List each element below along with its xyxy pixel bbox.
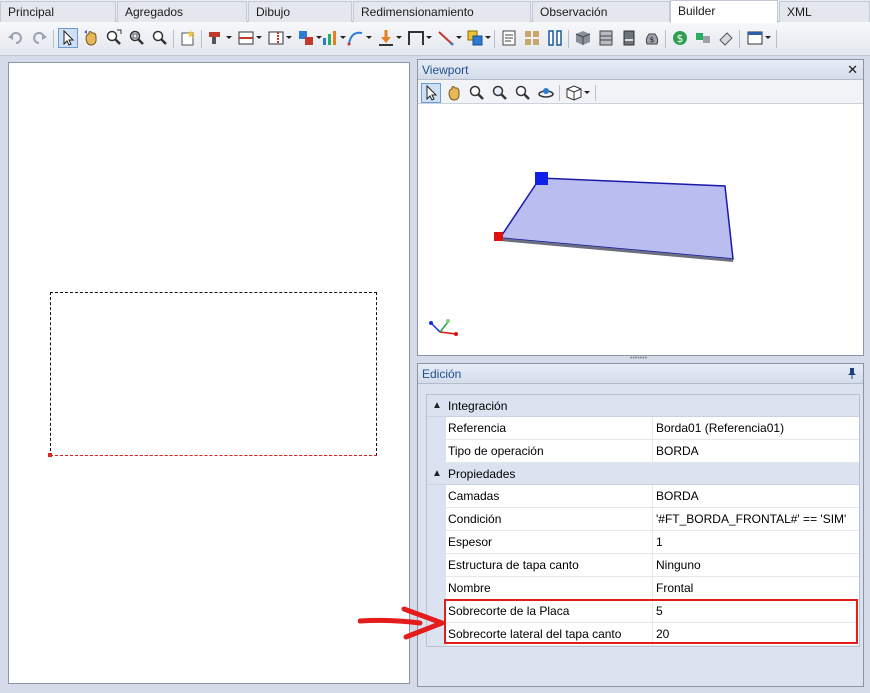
layers-icon[interactable] bbox=[465, 28, 491, 48]
category-label: Propiedades bbox=[448, 467, 516, 481]
cost-bag-icon[interactable]: $ bbox=[642, 28, 662, 48]
highlight-box bbox=[444, 599, 858, 644]
window-view-icon[interactable] bbox=[745, 28, 771, 48]
ribbon-tabs: Principal Agregados Dibujo Redimensionam… bbox=[0, 0, 870, 23]
viewport-toolbar bbox=[418, 80, 863, 104]
puzzle-icon[interactable] bbox=[693, 28, 713, 48]
category-propiedades[interactable]: ▲ Propiedades bbox=[427, 463, 859, 485]
drawers-icon[interactable] bbox=[596, 28, 616, 48]
box-3d-icon[interactable] bbox=[573, 28, 593, 48]
property-value[interactable]: BORDA bbox=[656, 485, 856, 508]
property-name: Tipo de operación bbox=[448, 440, 653, 463]
new-element-icon[interactable] bbox=[178, 28, 198, 48]
pin-icon[interactable] bbox=[847, 367, 857, 379]
zoom-icon[interactable] bbox=[150, 28, 170, 48]
edicion-title-bar: Edición bbox=[418, 364, 863, 384]
redo-icon[interactable] bbox=[29, 28, 49, 48]
property-name: Condición bbox=[448, 508, 653, 531]
price-icon[interactable]: $ bbox=[670, 28, 690, 48]
collapse-icon[interactable]: ▲ bbox=[432, 463, 446, 485]
tab-dibujo[interactable]: Dibujo bbox=[248, 1, 352, 22]
zoom-extents-icon[interactable] bbox=[104, 28, 124, 48]
undo-icon[interactable] bbox=[6, 28, 26, 48]
property-row[interactable]: Condición '#FT_BORDA_FRONTAL#' == 'SIM' bbox=[427, 508, 859, 531]
line-tool-icon[interactable] bbox=[436, 28, 462, 48]
property-value[interactable]: BORDA bbox=[656, 440, 856, 463]
collapse-icon[interactable]: ▲ bbox=[432, 395, 446, 417]
curve-tool-icon[interactable] bbox=[346, 28, 372, 48]
property-name: Referencia bbox=[448, 417, 653, 440]
zoom-window-icon[interactable] bbox=[490, 83, 510, 103]
tab-principal[interactable]: Principal bbox=[0, 1, 116, 22]
selected-edge-front[interactable] bbox=[50, 455, 377, 456]
view-cube-icon[interactable] bbox=[564, 83, 590, 103]
horizontal-division-icon[interactable] bbox=[236, 28, 262, 48]
frame-tool-icon[interactable] bbox=[406, 28, 432, 48]
cabinet-icon[interactable] bbox=[619, 28, 639, 48]
property-row[interactable]: Referencia Borda01 (Referencia01) bbox=[427, 417, 859, 440]
property-name: Nombre bbox=[448, 577, 653, 600]
svg-text:$: $ bbox=[650, 36, 654, 44]
zoom-window-icon[interactable] bbox=[127, 28, 147, 48]
edicion-title: Edición bbox=[422, 367, 462, 381]
property-value[interactable]: '#FT_BORDA_FRONTAL#' == 'SIM' bbox=[656, 508, 856, 531]
category-integracion[interactable]: ▲ Integración bbox=[427, 395, 859, 417]
insert-module-icon[interactable] bbox=[296, 28, 322, 48]
viewport-title: Viewport bbox=[422, 63, 469, 77]
viewport-3d-canvas[interactable] bbox=[418, 105, 863, 355]
viewport-panel: Viewport ✕ bbox=[417, 59, 864, 356]
property-value[interactable]: Borda01 (Referencia01) bbox=[656, 417, 856, 440]
red-arrow-icon bbox=[358, 606, 444, 640]
property-row[interactable]: Nombre Frontal bbox=[427, 577, 859, 600]
property-name: Camadas bbox=[448, 485, 653, 508]
insert-down-icon[interactable] bbox=[376, 28, 402, 48]
vertical-panels-icon[interactable] bbox=[545, 28, 565, 48]
edge-start-marker bbox=[48, 453, 52, 457]
property-value[interactable]: 1 bbox=[656, 531, 856, 554]
property-name: Espesor bbox=[448, 531, 653, 554]
panel-splitter[interactable]: ••••••• bbox=[630, 355, 650, 362]
tab-agregados[interactable]: Agregados bbox=[117, 1, 247, 22]
chart-tool-icon[interactable] bbox=[320, 28, 346, 48]
select-pointer-icon[interactable] bbox=[58, 28, 78, 48]
drill-icon[interactable] bbox=[206, 28, 232, 48]
vertical-division-icon[interactable] bbox=[266, 28, 292, 48]
grid-pattern-icon[interactable] bbox=[522, 28, 542, 48]
tab-observacion[interactable]: Observación bbox=[532, 1, 670, 22]
blue-handle[interactable] bbox=[535, 172, 548, 185]
orbit-icon[interactable] bbox=[536, 83, 556, 103]
zoom-extents-icon[interactable] bbox=[467, 83, 487, 103]
category-label: Integración bbox=[448, 399, 508, 413]
pan-hand-icon[interactable] bbox=[81, 28, 101, 48]
property-value[interactable]: Ninguno bbox=[656, 554, 856, 577]
axis-triad-icon bbox=[429, 319, 458, 336]
property-value[interactable]: Frontal bbox=[656, 577, 856, 600]
tab-builder[interactable]: Builder bbox=[670, 0, 778, 23]
select-pointer-icon[interactable] bbox=[421, 83, 441, 103]
tab-redimensionamiento[interactable]: Redimensionamiento bbox=[353, 1, 531, 22]
svg-text:$: $ bbox=[677, 32, 684, 45]
property-row[interactable]: Espesor 1 bbox=[427, 531, 859, 554]
property-row[interactable]: Estructura de tapa canto Ninguno bbox=[427, 554, 859, 577]
main-toolbar: $ $ bbox=[0, 22, 870, 56]
pan-hand-icon[interactable] bbox=[444, 83, 464, 103]
properties-sheet-icon[interactable] bbox=[499, 28, 519, 48]
red-handle[interactable] bbox=[494, 232, 503, 241]
tab-xml[interactable]: XML bbox=[779, 1, 870, 22]
design-canvas[interactable] bbox=[8, 62, 410, 684]
selected-piece-outline[interactable] bbox=[50, 292, 377, 456]
property-name: Estructura de tapa canto bbox=[448, 554, 653, 577]
property-row[interactable]: Camadas BORDA bbox=[427, 485, 859, 508]
property-row[interactable]: Tipo de operación BORDA bbox=[427, 440, 859, 463]
viewport-title-bar: Viewport ✕ bbox=[418, 60, 863, 80]
close-icon[interactable]: ✕ bbox=[847, 60, 858, 80]
zoom-icon[interactable] bbox=[513, 83, 533, 103]
eraser-icon[interactable] bbox=[716, 28, 736, 48]
panel-3d-top-face[interactable] bbox=[498, 177, 734, 260]
